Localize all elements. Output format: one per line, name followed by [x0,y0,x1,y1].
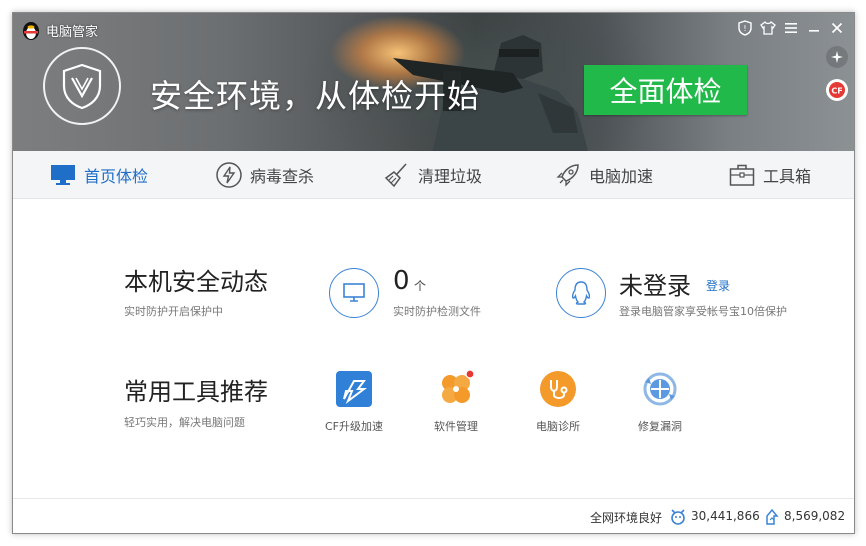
detected-file-caption: 实时防护检测文件 [393,305,481,318]
tool-label: 电脑诊所 [536,420,580,433]
banner: 电脑管家 ! 安全环境，从体检开始 全面体检 CF [13,13,854,151]
monitor-circle-icon [329,268,379,318]
network-status-text: 全网环境良好 [590,511,663,525]
tab-toolbox[interactable]: 工具箱 [729,151,811,199]
tool-label: 修复漏洞 [638,420,682,433]
protected-users-count: 30,441,866 [691,509,760,523]
patch-icon [641,370,679,408]
rank-trend-icon [766,508,779,525]
main-window: 电脑管家 ! 安全环境，从体检开始 全面体检 CF 首页体检 病毒查杀 清理垃圾… [12,12,855,534]
detected-file-count: 0 [393,266,410,296]
status-bar: 全网环境良好 30,441,866 8,569,082 [13,498,854,533]
security-shield-badge [43,47,121,125]
cf-boost-icon [335,370,373,408]
qq-penguin-logo-icon [23,22,39,40]
shirt-icon[interactable] [759,19,777,37]
rocket-icon [556,164,579,187]
tab-virus-scan[interactable]: 病毒查杀 [216,151,314,199]
broom-icon [384,163,407,188]
shield-icon[interactable]: ! [736,19,754,37]
tool-cf-boost[interactable]: CF升级加速 [314,370,394,434]
monitor-icon [51,165,75,185]
tab-home-scan[interactable]: 首页体检 [50,151,148,199]
security-section-subtitle: 实时防护开启保护中 [124,305,223,318]
main-content: 本机安全动态 实时防护开启保护中 0 个 实时防护检测文件 未登录 登录 登录电… [13,200,854,498]
login-caption: 登录电脑管家享受帐号宝10倍保护 [619,305,787,318]
tool-pc-clinic[interactable]: 电脑诊所 [518,370,598,434]
protected-users-icon [671,509,685,525]
qq-account-circle-icon [556,268,606,318]
tab-label: 首页体检 [84,167,149,186]
banner-slogan: 安全环境，从体检开始 [150,77,481,115]
tool-patch-vulnerability[interactable]: 修复漏洞 [620,370,700,434]
tab-label: 工具箱 [763,167,812,186]
tools-section-subtitle: 轻巧实用，解决电脑问题 [124,416,245,429]
tab-label: 清理垃圾 [418,167,483,186]
tab-label: 电脑加速 [589,167,654,186]
shield-logo-icon [62,63,102,110]
tool-label: 软件管理 [434,420,478,433]
title-bar[interactable]: 电脑管家 ! [13,13,854,45]
full-scan-button[interactable]: 全面体检 [584,65,747,115]
app-title: 电脑管家 [46,25,99,40]
close-icon[interactable] [828,19,846,37]
tab-clean-junk[interactable]: 清理垃圾 [384,151,482,199]
software-manager-icon [437,370,475,408]
sparkle-icon[interactable] [826,46,848,68]
detected-file-unit: 个 [414,279,427,293]
tab-label: 病毒查杀 [250,167,315,186]
toolbox-icon [729,164,755,186]
login-link[interactable]: 登录 [706,277,730,294]
stethoscope-icon [539,370,577,408]
main-nav: 首页体检 病毒查杀 清理垃圾 电脑加速 工具箱 [13,151,854,199]
svg-text:!: ! [743,24,746,33]
tab-speedup[interactable]: 电脑加速 [555,151,653,199]
minimize-icon[interactable] [805,19,823,37]
login-status-title: 未登录 [619,272,691,300]
security-section-title: 本机安全动态 [124,268,268,296]
menu-icon[interactable] [782,19,800,37]
cf-game-icon[interactable]: CF [826,79,848,101]
svg-text:CF: CF [831,87,842,96]
tool-software-manager[interactable]: 软件管理 [416,370,496,434]
tool-label: CF升级加速 [324,420,383,433]
rank-count: 8,569,082 [784,509,846,523]
lightning-icon [216,162,242,188]
tools-section-title: 常用工具推荐 [124,378,268,406]
